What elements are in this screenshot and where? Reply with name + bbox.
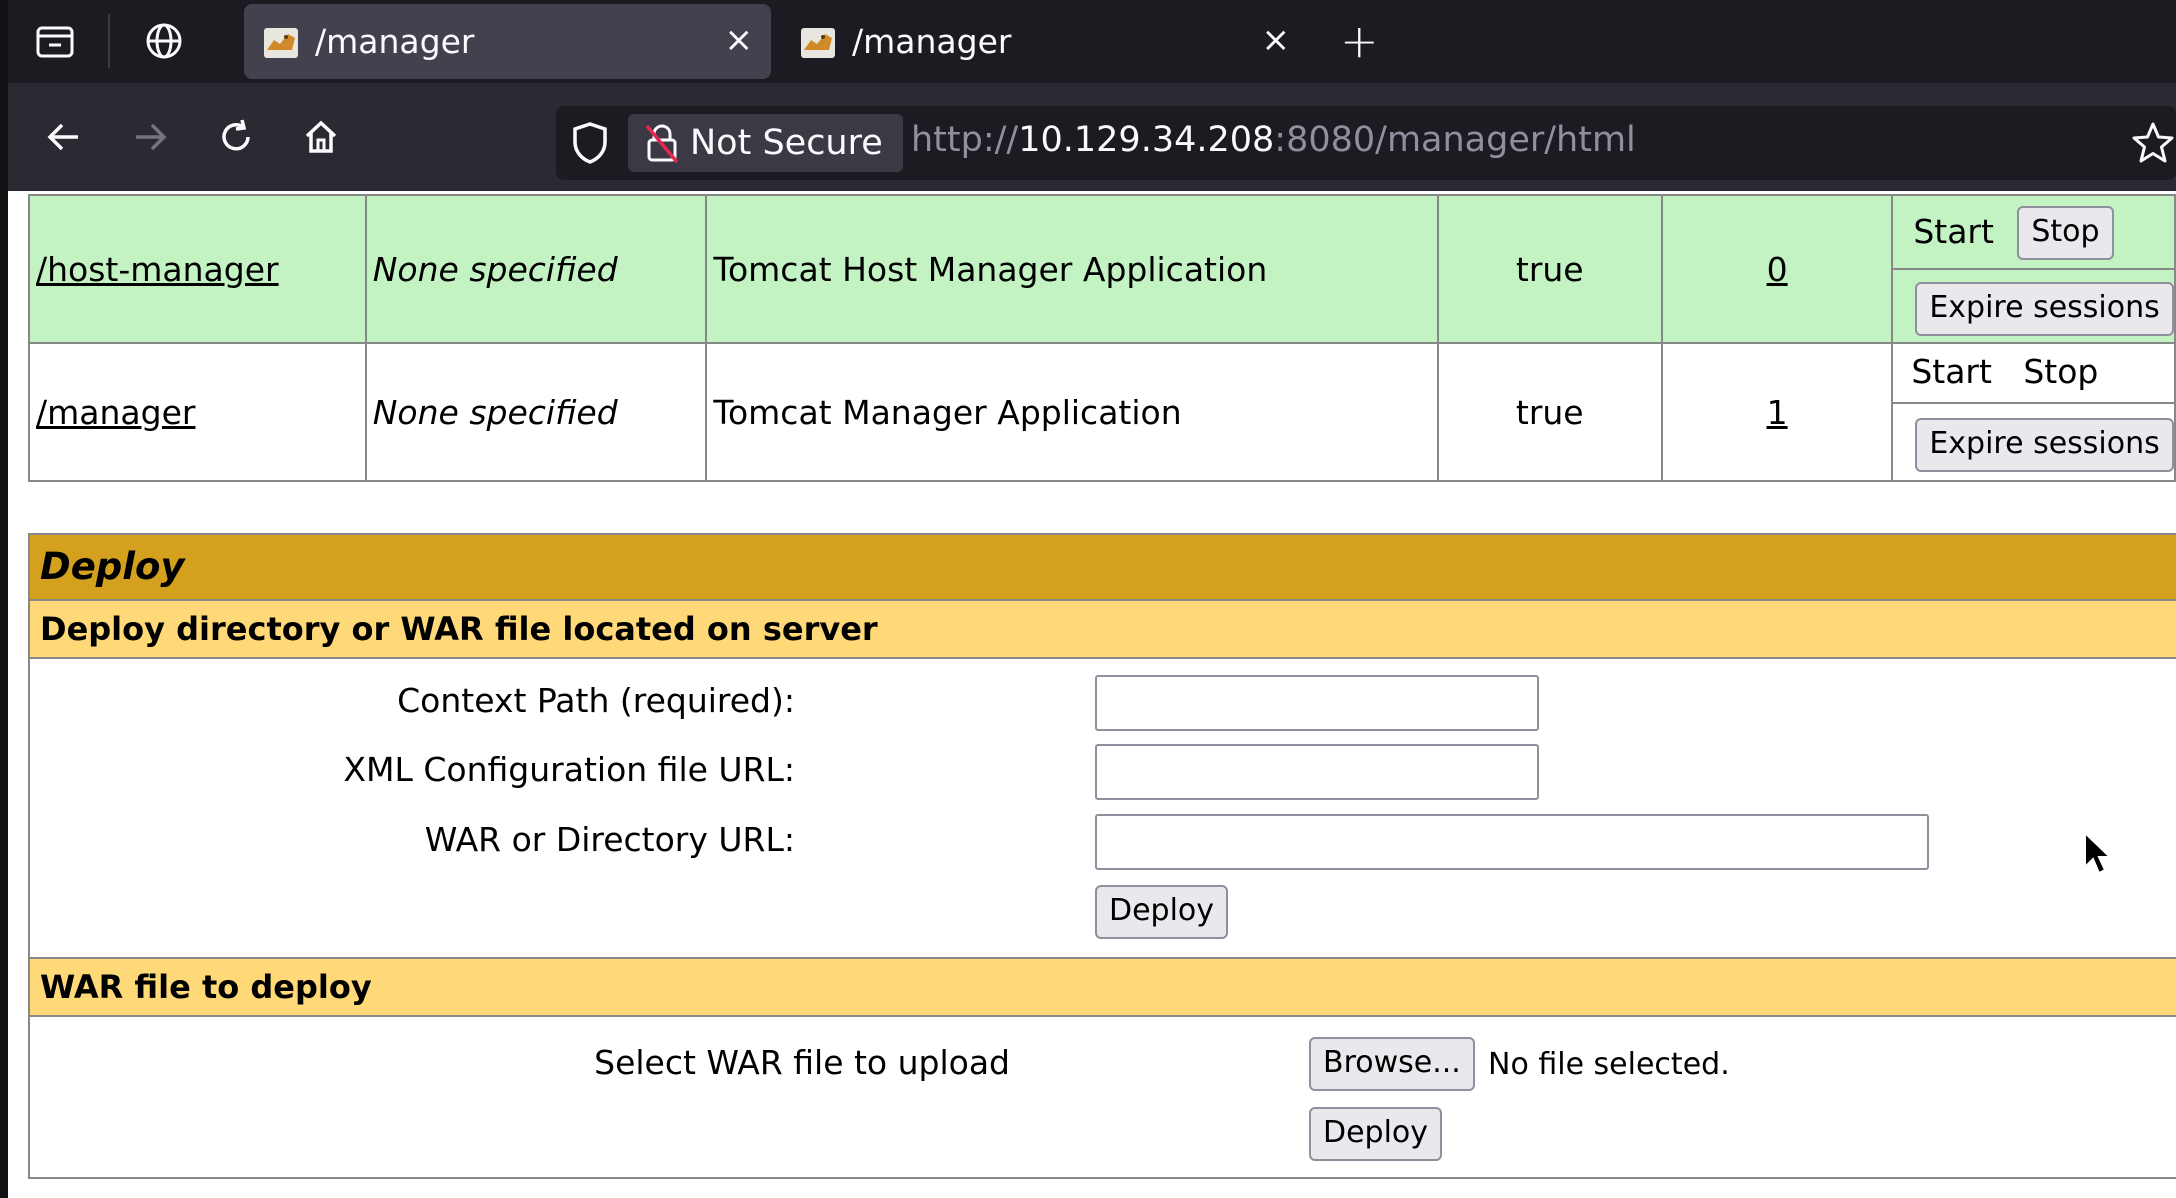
- new-tab-button[interactable]: +: [1340, 14, 1379, 68]
- deploy-upload-button[interactable]: Deploy: [1309, 1107, 1443, 1161]
- expire-sessions-button[interactable]: Expire sessions: [1915, 282, 2174, 336]
- back-arrow-icon[interactable]: [37, 110, 91, 164]
- tab-strip-separator: [108, 14, 110, 68]
- url-scheme: http://: [911, 120, 1019, 160]
- navigation-bar: Not Secure http://10.129.34.208:8080/man…: [8, 83, 2176, 191]
- xml-config-input[interactable]: [1095, 744, 1539, 800]
- upload-deploy-heading: WAR file to deploy: [30, 959, 2176, 1017]
- home-icon[interactable]: [294, 110, 348, 164]
- forward-arrow-icon[interactable]: [123, 110, 177, 164]
- app-path-link[interactable]: /manager: [36, 393, 195, 432]
- table-row: /manager None specified Tomcat Manager A…: [28, 342, 2176, 482]
- app-path-cell: /host-manager: [28, 194, 367, 344]
- tab-strip: /manager × /manager × +: [0, 0, 2176, 83]
- reload-icon[interactable]: [209, 110, 263, 164]
- app-sessions-cell: 1: [1660, 342, 1894, 482]
- globe-icon[interactable]: [143, 20, 185, 62]
- url-bar[interactable]: Not Secure http://10.129.34.208:8080/man…: [556, 106, 2176, 180]
- tab-title: /manager: [315, 22, 475, 61]
- server-deploy-heading: Deploy directory or WAR file located on …: [30, 601, 2176, 659]
- close-tab-icon[interactable]: ×: [1262, 20, 1291, 60]
- command-row-top: Start Stop: [1893, 344, 2174, 404]
- file-status: No file selected.: [1488, 1047, 1730, 1082]
- server-deploy-section: Context Path (required): XML Configurati…: [30, 659, 2176, 959]
- app-running: true: [1436, 194, 1663, 344]
- start-label: Start: [1913, 212, 1994, 251]
- app-version: None specified: [364, 342, 708, 482]
- insecure-lock-icon: [645, 124, 679, 164]
- xml-config-label: XML Configuration file URL:: [343, 750, 795, 789]
- war-url-label: WAR or Directory URL:: [424, 820, 795, 859]
- deploy-server-button[interactable]: Deploy: [1095, 885, 1229, 939]
- war-url-input[interactable]: [1095, 814, 1929, 870]
- close-tab-icon[interactable]: ×: [725, 20, 754, 60]
- stop-button[interactable]: Stop: [2017, 206, 2114, 260]
- context-path-input[interactable]: [1095, 675, 1539, 731]
- shield-icon[interactable]: [570, 120, 610, 170]
- deploy-panel: Deploy Deploy directory or WAR file loca…: [28, 533, 2176, 1179]
- browse-button[interactable]: Browse...: [1309, 1037, 1475, 1091]
- start-label: Start: [1911, 352, 1992, 391]
- tab-manager[interactable]: /manager ×: [781, 4, 1308, 79]
- url-text[interactable]: http://10.129.34.208:8080/manager/html: [911, 120, 1636, 160]
- context-path-label: Context Path (required):: [397, 681, 795, 720]
- mouse-pointer-icon: [2083, 830, 2113, 881]
- bookmark-star-icon[interactable]: [2130, 120, 2176, 170]
- app-path-cell: /manager: [28, 342, 367, 482]
- command-row-top: Start Stop: [1893, 196, 2174, 270]
- app-sessions-link[interactable]: 1: [1767, 393, 1788, 432]
- tab-overview-icon[interactable]: [34, 20, 76, 62]
- url-host: 10.129.34.208: [1018, 120, 1275, 160]
- expire-sessions-button[interactable]: Expire sessions: [1915, 418, 2174, 472]
- tab-title: /manager: [852, 22, 1012, 61]
- page-content: /host-manager None specified Tomcat Host…: [8, 191, 2176, 1198]
- upload-deploy-section: Select WAR file to upload Browse... No f…: [30, 1017, 2176, 1177]
- url-path: :8080/manager/html: [1274, 120, 1636, 160]
- app-path-link[interactable]: /host-manager: [36, 250, 279, 289]
- app-sessions-cell: 0: [1660, 194, 1894, 344]
- app-running: true: [1436, 342, 1663, 482]
- tomcat-favicon-icon: [264, 28, 298, 58]
- app-display-name: Tomcat Host Manager Application: [705, 194, 1439, 344]
- stop-label: Stop: [2023, 352, 2099, 391]
- tomcat-favicon-icon: [801, 28, 835, 58]
- app-sessions-link[interactable]: 0: [1767, 250, 1788, 289]
- app-commands: Start Stop Expire sessions: [1891, 342, 2176, 482]
- not-secure-label: Not Secure: [690, 123, 883, 163]
- deploy-title: Deploy: [30, 535, 2176, 601]
- table-row: /host-manager None specified Tomcat Host…: [28, 194, 2176, 344]
- select-war-label: Select WAR file to upload: [594, 1043, 1010, 1082]
- site-security-indicator[interactable]: Not Secure: [628, 114, 903, 172]
- window-edge: [0, 0, 8, 1198]
- tab-manager-active[interactable]: /manager ×: [244, 4, 771, 79]
- applications-table: /host-manager None specified Tomcat Host…: [28, 194, 2176, 482]
- app-version: None specified: [364, 194, 708, 344]
- app-commands: Start Stop Expire sessions: [1891, 194, 2176, 344]
- app-display-name: Tomcat Manager Application: [705, 342, 1439, 482]
